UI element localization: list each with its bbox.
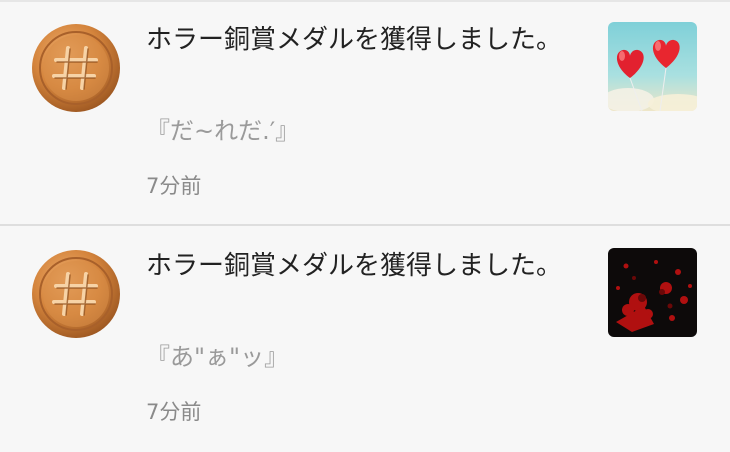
notification-item[interactable]: ホラー銅賞メダルを獲得しました。 『だ~れだ.′』 7分前 — [0, 0, 730, 226]
timestamp: 7分前 — [146, 400, 202, 424]
bronze-medal-icon — [32, 250, 120, 338]
blood-splatter-thumbnail[interactable] — [608, 248, 697, 337]
notification-item[interactable]: ホラー銅賞メダルを獲得しました。 『あ"ぁ"ッ』 7分前 — [0, 226, 730, 451]
bronze-medal-icon — [32, 24, 120, 112]
heart-balloons-thumbnail[interactable] — [608, 22, 697, 111]
notification-message: ホラー銅賞メダルを獲得しました。 — [146, 251, 563, 281]
story-title: 『だ~れだ.′』 — [146, 117, 300, 145]
story-title: 『あ"ぁ"ッ』 — [146, 343, 289, 371]
timestamp: 7分前 — [146, 174, 202, 198]
notification-message: ホラー銅賞メダルを獲得しました。 — [146, 25, 563, 55]
